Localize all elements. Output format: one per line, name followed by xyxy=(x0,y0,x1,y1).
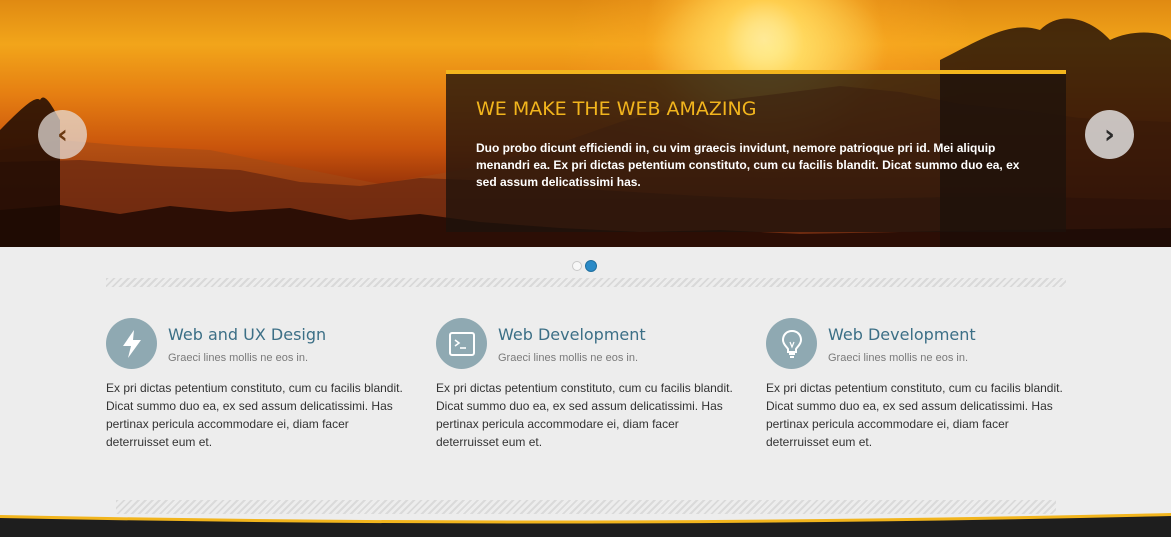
feature-body: Ex pri dictas petentium constituto, cum … xyxy=(436,381,733,449)
chevron-right-icon: › xyxy=(1104,119,1115,150)
feature-body: Ex pri dictas petentium constituto, cum … xyxy=(766,381,1063,449)
terminal-icon xyxy=(436,318,487,369)
lightning-icon xyxy=(106,318,157,369)
next-slide-button[interactable]: › xyxy=(1085,110,1134,159)
feature-subtitle: Graeci lines mollis ne eos in. xyxy=(168,352,309,364)
slider-pagination xyxy=(572,260,597,272)
lightbulb-icon xyxy=(766,318,817,369)
previous-slide-button[interactable]: ‹ xyxy=(38,110,87,159)
slide-dot-1[interactable] xyxy=(572,261,582,271)
feature-title: Web Development xyxy=(828,325,976,344)
divider-stripe xyxy=(106,278,1066,287)
chevron-left-icon: ‹ xyxy=(57,119,68,150)
feature-subtitle: Graeci lines mollis ne eos in. xyxy=(828,352,969,364)
feature-body: Ex pri dictas petentium constituto, cum … xyxy=(106,381,403,449)
hero-slider: ‹ WE MAKE THE WEB AMAZING Duo probo dicu… xyxy=(0,0,1171,247)
caption-text: Duo probo dicunt efficiendi in, cu vim g… xyxy=(476,141,1020,189)
feature-title: Web and UX Design xyxy=(168,325,327,344)
footer-curve xyxy=(0,513,1171,537)
slide-dot-2-active[interactable] xyxy=(585,260,597,272)
feature-subtitle: Graeci lines mollis ne eos in. xyxy=(498,352,639,364)
caption-title: WE MAKE THE WEB AMAZING xyxy=(476,98,757,120)
feature-title: Web Development xyxy=(498,325,646,344)
slide-caption: WE MAKE THE WEB AMAZING Duo probo dicunt… xyxy=(446,70,1066,232)
